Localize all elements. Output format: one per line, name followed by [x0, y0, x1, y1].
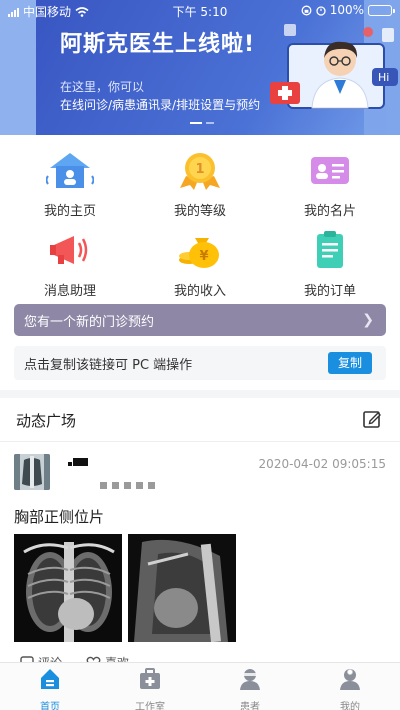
medical-kit-icon [140, 668, 160, 689]
post-image-chest-pa[interactable] [14, 534, 122, 642]
grid-item-my-income[interactable]: ¥ 我的收入 [140, 230, 260, 299]
grid-label: 消息助理 [43, 284, 96, 299]
alarm-icon [316, 5, 326, 16]
copy-link-hint: 点击复制该链接可 PC 端操作 [24, 357, 193, 373]
banner-hi-badge: Hi [378, 71, 390, 84]
medal-icon: 1 [180, 153, 220, 190]
pager-dot-active [190, 122, 202, 124]
author-info-redacted [100, 482, 155, 489]
tab-label: 我的 [340, 702, 360, 710]
notice-text: 您有一个新的门诊预约 [24, 314, 155, 330]
rotation-lock-icon [301, 5, 312, 15]
appointment-notice[interactable]: 您有一个新的门诊预约 ❯ [14, 304, 386, 336]
compose-icon[interactable] [362, 409, 382, 429]
battery-icon [368, 4, 395, 16]
tab-home[interactable]: 首页 [0, 667, 100, 710]
post-text: 胸部正侧位片 [14, 508, 105, 526]
post-image-chest-lateral[interactable] [128, 534, 236, 642]
avatar[interactable] [14, 454, 50, 490]
battery-percent: 100% [329, 3, 364, 17]
patient-icon [240, 669, 260, 690]
money-bag-icon: ¥ [179, 238, 219, 268]
svg-text:¥: ¥ [199, 249, 208, 264]
grid-item-my-homepage[interactable]: 我的主页 [10, 150, 130, 219]
grid-item-my-level[interactable]: 1 我的等级 [140, 150, 260, 219]
banner-features: 在线问诊/病患通讯录/排班设置与预约 [60, 98, 261, 112]
section-divider [0, 390, 400, 398]
grid-item-my-orders[interactable]: 我的订单 [270, 230, 390, 299]
banner-title: 阿斯克医生上线啦! [60, 32, 256, 57]
grid-item-my-card[interactable]: 我的名片 [270, 150, 390, 219]
banner-subtitle: 在这里，你可以 [60, 80, 145, 94]
feed-title: 动态广场 [16, 412, 77, 430]
grid-label: 我的收入 [173, 284, 226, 299]
copy-link-row: 点击复制该链接可 PC 端操作 复制 [14, 346, 386, 380]
id-card-icon [311, 157, 349, 184]
grid-item-message-assistant[interactable]: 消息助理 [10, 230, 130, 299]
tab-mine[interactable]: 我的 [300, 667, 400, 710]
post-timestamp: 2020-04-02 09:05:15 [258, 457, 386, 471]
tab-label: 工作室 [135, 702, 165, 710]
doctor-profile-icon [340, 669, 360, 690]
tab-studio[interactable]: 工作室 [100, 667, 200, 710]
tab-patients[interactable]: 患者 [200, 667, 300, 710]
status-bar: 中国移动 下午 5:10 100% [0, 0, 400, 22]
tab-label: 患者 [240, 702, 260, 710]
doctor-app-home: 阿斯克医生上线啦! 在这里，你可以 在线问诊/病患通讯录/排班设置与预约 Hi [0, 0, 400, 710]
house-icon [45, 153, 95, 188]
bottom-tab-bar: 首页 工作室 患者 我的 [0, 662, 400, 710]
grid-label: 我的名片 [303, 204, 356, 219]
grid-label: 我的主页 [43, 204, 96, 219]
tab-label: 首页 [40, 702, 60, 710]
svg-text:1: 1 [195, 162, 204, 177]
pager-dot [206, 122, 214, 124]
home-icon [41, 669, 59, 689]
feed-header: 动态广场 [0, 398, 400, 442]
chevron-right-icon: ❯ [362, 312, 374, 328]
copy-button[interactable]: 复制 [328, 352, 372, 374]
grid-label: 我的等级 [173, 204, 226, 219]
megaphone-icon [50, 236, 88, 264]
banner-pager [190, 122, 214, 124]
author-name-redacted [68, 458, 88, 468]
clipboard-icon [317, 231, 343, 268]
grid-label: 我的订单 [303, 284, 356, 299]
